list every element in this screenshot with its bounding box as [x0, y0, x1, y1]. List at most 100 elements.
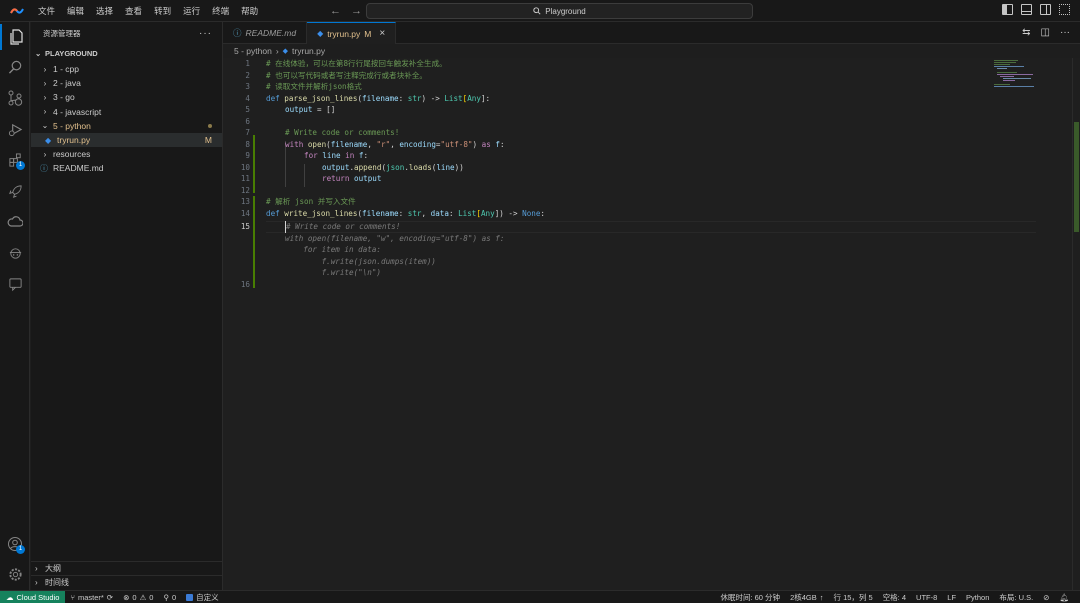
timeline-section[interactable]: › 时间线: [31, 575, 223, 588]
encoding-label: UTF-8: [916, 593, 938, 602]
folder-resources[interactable]: › resources: [31, 147, 222, 161]
run-debug-icon[interactable]: [0, 116, 30, 142]
search-icon: [533, 7, 541, 15]
ghost-suggestion: # Write code or comments!: [285, 221, 401, 233]
notifications-bell-icon[interactable]: 🔔︎: [1054, 591, 1074, 603]
line-number: 13: [240, 197, 250, 206]
file-label: tryrun.py: [57, 135, 91, 146]
folder-javascript[interactable]: › 4 - javascript: [31, 105, 222, 119]
toggle-secondary-sidebar-icon[interactable]: [1040, 4, 1051, 15]
extensions-icon[interactable]: 1: [0, 147, 30, 173]
cloud-icon[interactable]: [0, 209, 30, 235]
file-tryrun-py[interactable]: ◆ tryrun.py M: [31, 132, 222, 148]
menu-help[interactable]: 帮助: [235, 0, 264, 22]
keyboard-layout-indicator[interactable]: 布局: U.S.: [994, 591, 1038, 603]
source-control-icon[interactable]: [0, 85, 30, 111]
line-text: with open(filename, "r", encoding="utf-8…: [285, 139, 505, 151]
git-added-gutter: [253, 196, 255, 288]
code-editor[interactable]: 1 # 在线体验，可以在第8行行尾按回车触发补全生成。 2 # 也可以写代码或者写注…: [223, 58, 1080, 590]
more-actions-icon[interactable]: ···: [199, 28, 212, 39]
menu-run[interactable]: 运行: [177, 0, 206, 22]
workspace-section[interactable]: ⌄ PLAYGROUND: [31, 46, 222, 60]
chevron-right-icon: ›: [43, 92, 47, 102]
chat-icon[interactable]: [0, 271, 30, 297]
explorer-sidebar: 资源管理器 ··· ⌄ PLAYGROUND › 1 - cpp › 2 - j…: [31, 22, 223, 590]
command-center-search[interactable]: Playground: [366, 3, 753, 19]
remote-indicator[interactable]: ☁ Cloud Studio: [0, 590, 66, 603]
eol-indicator[interactable]: LF: [942, 591, 961, 603]
menu-file[interactable]: 文件: [32, 0, 61, 22]
line-number: 9: [245, 151, 250, 160]
token: filename: [362, 93, 399, 103]
token: def: [266, 208, 285, 218]
cursor-position[interactable]: 行 15，列 5: [829, 591, 878, 603]
vertical-scrollbar[interactable]: [1072, 58, 1080, 590]
token: :: [363, 151, 369, 160]
ghost-suggestion: f.write("\n"): [285, 268, 382, 277]
folder-java[interactable]: › 2 - java: [31, 76, 222, 90]
file-readme-md[interactable]: ⓘ README.md: [31, 161, 222, 175]
rest-time-indicator[interactable]: 休眠时间: 60 分钟: [715, 591, 785, 603]
git-added-gutter: [253, 135, 255, 193]
token: for: [304, 151, 323, 160]
folder-go[interactable]: › 3 - go: [31, 90, 222, 104]
menu-go[interactable]: 转到: [148, 0, 177, 22]
tab-readme[interactable]: ⓘ README.md: [223, 22, 308, 44]
forward-arrow-icon[interactable]: →: [351, 3, 362, 19]
toggle-sidebar-icon[interactable]: [1002, 4, 1013, 15]
copilot-icon[interactable]: ⊘: [1038, 591, 1054, 603]
custom-icon: [186, 593, 194, 601]
more-actions-icon[interactable]: ···: [1060, 27, 1070, 38]
rest-time-label: 休眠时间: 60 分钟: [720, 593, 781, 602]
rocket-icon[interactable]: [0, 178, 30, 204]
tab-tryrun[interactable]: ◆ tryrun.py M ×: [307, 22, 397, 44]
tab-label: tryrun.py: [327, 28, 361, 39]
folder-python[interactable]: ⌄ 5 - python: [31, 119, 222, 133]
encoding-indicator[interactable]: UTF-8: [911, 591, 942, 603]
scrollbar-thumb[interactable]: [1074, 122, 1079, 232]
outline-label: 大纲: [45, 563, 61, 573]
menu-terminal[interactable]: 终端: [206, 0, 235, 22]
settings-gear-icon[interactable]: [0, 561, 30, 587]
menu-edit[interactable]: 编辑: [61, 0, 90, 22]
language-indicator[interactable]: Python: [961, 591, 994, 603]
token: "utf-8": [440, 139, 473, 149]
compare-changes-icon[interactable]: ⇆: [1022, 27, 1030, 38]
token: None: [522, 208, 541, 218]
search-icon[interactable]: [0, 54, 30, 80]
line-text: # 在线体验，可以在第8行行尾按回车触发补全生成。: [266, 59, 447, 68]
menu-selection[interactable]: 选择: [90, 0, 119, 22]
line-number: 10: [240, 162, 250, 172]
back-arrow-icon[interactable]: ←: [330, 3, 341, 19]
menu-view[interactable]: 查看: [119, 0, 148, 22]
problems-indicator[interactable]: ⊗ 0 ⚠ 0: [118, 591, 158, 603]
token: filename: [362, 208, 399, 218]
token: write_json_lines: [284, 208, 358, 218]
sync-icon: ⟳: [106, 592, 114, 602]
spec-indicator[interactable]: 2核4GB ↑: [785, 591, 828, 603]
ports-indicator[interactable]: ⚲ 0: [158, 591, 181, 603]
token: line: [322, 151, 341, 160]
folder-cpp[interactable]: › 1 - cpp: [31, 62, 222, 76]
token: as: [481, 139, 491, 149]
breadcrumb-file[interactable]: tryrun.py: [292, 46, 325, 56]
accounts-icon[interactable]: 1: [0, 531, 30, 557]
line-text: # 读取文件并解析json格式: [266, 82, 362, 91]
custom-indicator[interactable]: 自定义: [181, 591, 224, 603]
toggle-panel-icon[interactable]: [1021, 4, 1032, 15]
split-editor-icon[interactable]: ◫: [1041, 27, 1050, 38]
branch-indicator[interactable]: ⑂ master* ⟳: [65, 591, 118, 603]
minimap[interactable]: [994, 58, 1036, 88]
ai-assistant-icon[interactable]: [0, 240, 30, 266]
token: line: [436, 162, 455, 172]
breadcrumb-folder[interactable]: 5 - python: [234, 46, 272, 56]
indent-guide: [304, 164, 305, 187]
error-icon: ⊗: [123, 592, 130, 602]
outline-section[interactable]: › 大纲: [31, 561, 223, 574]
customize-layout-icon[interactable]: [1059, 4, 1070, 15]
explorer-icon[interactable]: [0, 24, 30, 50]
close-icon[interactable]: ×: [379, 28, 385, 39]
token: ]:: [480, 93, 491, 103]
indentation-indicator[interactable]: 空格: 4: [878, 591, 911, 603]
eol-label: LF: [947, 593, 957, 602]
